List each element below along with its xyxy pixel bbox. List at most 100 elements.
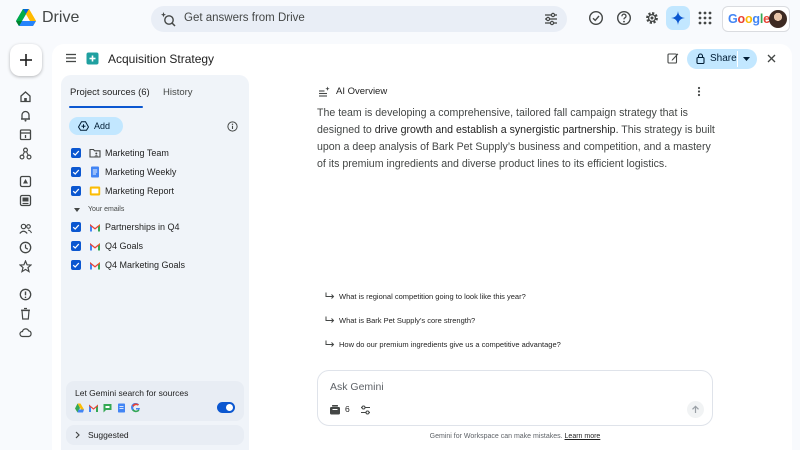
- offline-status-icon[interactable]: [588, 10, 604, 26]
- help-icon[interactable]: [616, 10, 632, 26]
- google-wordmark-letter: G: [728, 12, 738, 26]
- toggle-knob: [226, 404, 233, 411]
- shared-with-me-icon[interactable]: [19, 222, 32, 235]
- trash-icon[interactable]: [19, 307, 32, 320]
- search-filter-icon[interactable]: [543, 11, 559, 27]
- top-bar: Drive Get answers from Drive Google: [0, 0, 800, 38]
- source-checkbox[interactable]: [71, 186, 81, 196]
- check-icon: [72, 262, 80, 268]
- gmail-mini-icon: [89, 404, 98, 412]
- tab-project-sources[interactable]: Project sources (6): [70, 87, 150, 98]
- add-label: Add: [94, 121, 111, 131]
- source-checkbox[interactable]: [71, 222, 81, 232]
- main-card: Acquisition Strategy Share Project sourc…: [52, 44, 792, 450]
- workspaces-icon[interactable]: [19, 128, 32, 141]
- source-checkbox[interactable]: [71, 148, 81, 158]
- disclaimer-text: Gemini for Workspace can make mistakes.: [429, 433, 565, 440]
- google-wordmark-letter: o: [737, 12, 746, 26]
- send-arrow-icon: [692, 405, 699, 413]
- apps-grid-icon[interactable]: [697, 10, 713, 26]
- source-label: Partnerships in Q4: [105, 222, 180, 232]
- source-checkbox[interactable]: [71, 260, 81, 270]
- source-app-icons: [75, 403, 140, 413]
- plus-icon: [20, 54, 32, 66]
- new-button[interactable]: [10, 44, 42, 76]
- gemini-button[interactable]: [666, 6, 690, 30]
- ai-overview-label: AI Overview: [336, 86, 388, 97]
- my-drive-icon[interactable]: [19, 175, 32, 188]
- add-source-button[interactable]: Add: [69, 117, 123, 135]
- computers-icon[interactable]: [19, 194, 32, 207]
- docs-icon: [91, 166, 99, 178]
- tune-icon[interactable]: [360, 405, 371, 415]
- source-item[interactable]: Marketing Report: [71, 184, 241, 198]
- source-label: Q4 Goals: [105, 241, 144, 251]
- tab-history[interactable]: History: [163, 87, 193, 98]
- chat-mini-icon: [103, 404, 112, 413]
- page-title: Acquisition Strategy: [108, 52, 215, 66]
- source-label: Marketing Weekly: [105, 167, 177, 177]
- share-button[interactable]: Share: [687, 49, 757, 69]
- more-options-icon[interactable]: [697, 86, 701, 97]
- summary-highlight: drive growth and establish a synergistic…: [374, 124, 619, 136]
- send-button[interactable]: [687, 401, 704, 418]
- search-placeholder: Get answers from Drive: [184, 12, 305, 24]
- source-label: Marketing Report: [105, 186, 175, 196]
- search-bar[interactable]: Get answers from Drive: [151, 6, 567, 32]
- menu-icon[interactable]: [65, 53, 77, 63]
- avatar: [769, 10, 787, 28]
- source-item[interactable]: Q4 Goals: [71, 239, 241, 253]
- workflows-icon[interactable]: [19, 147, 32, 160]
- disclaimer: Gemini for Workspace can make mistakes. …: [15, 433, 800, 440]
- storage-cloud-icon[interactable]: [19, 326, 32, 339]
- gmail-icon: [90, 243, 100, 251]
- ai-overview-summary: The team is developing a comprehensive, …: [317, 105, 717, 173]
- ask-gemini-input[interactable]: Ask Gemini 6: [317, 370, 713, 426]
- reply-arrow-icon: [325, 340, 335, 347]
- spam-icon[interactable]: [19, 288, 32, 301]
- google-mini-icon: [131, 403, 140, 413]
- close-icon[interactable]: [767, 54, 776, 63]
- suggested-question-text: What is Bark Pet Supply’s core strength?: [339, 316, 476, 325]
- source-item[interactable]: Marketing Team: [71, 146, 241, 160]
- home-icon[interactable]: [19, 90, 32, 103]
- drive-logo-icon[interactable]: [16, 9, 36, 27]
- gmail-icon: [90, 224, 100, 232]
- source-checkbox[interactable]: [71, 167, 81, 177]
- source-label: Marketing Team: [105, 148, 169, 158]
- google-wordmark: Google: [728, 12, 770, 26]
- collapse-triangle-icon: [74, 208, 80, 212]
- ask-placeholder: Ask Gemini: [330, 381, 384, 393]
- email-group-label: Your emails: [88, 206, 125, 213]
- suggested-question-text: What is regional competition going to lo…: [339, 292, 526, 301]
- starred-icon[interactable]: [19, 260, 32, 273]
- lock-icon: [696, 53, 705, 64]
- source-checkbox[interactable]: [71, 241, 81, 251]
- share-divider: [737, 51, 738, 67]
- share-label: Share: [710, 53, 737, 64]
- sources-panel: Project sources (6) History Add Marketin…: [61, 75, 249, 450]
- active-tab-indicator: [69, 106, 143, 108]
- sources-stack-icon: [330, 405, 340, 415]
- source-count: 6: [345, 404, 350, 414]
- account-chip[interactable]: Google: [722, 6, 790, 32]
- info-icon[interactable]: [227, 121, 238, 132]
- reply-arrow-icon: [325, 292, 335, 299]
- share-dropdown-icon[interactable]: [743, 57, 750, 61]
- source-item[interactable]: Q4 Marketing Goals: [71, 258, 241, 272]
- source-item[interactable]: Partnerships in Q4: [71, 220, 241, 234]
- app-name[interactable]: Drive: [42, 9, 79, 27]
- settings-gear-icon[interactable]: [644, 10, 660, 26]
- source-count-chip[interactable]: 6: [329, 404, 350, 418]
- gemini-search-toggle[interactable]: [217, 402, 235, 413]
- activity-bell-icon[interactable]: [19, 109, 32, 122]
- gemini-sparkle-icon: [671, 11, 685, 25]
- source-item[interactable]: Marketing Weekly: [71, 165, 241, 179]
- suggested-question-text: How do our premium ingredients give us a…: [339, 340, 561, 349]
- recent-clock-icon[interactable]: [19, 241, 32, 254]
- notebook-icon: [86, 52, 99, 65]
- check-icon: [72, 243, 80, 249]
- learn-more-link[interactable]: Learn more: [565, 433, 601, 440]
- edit-icon[interactable]: [667, 52, 679, 64]
- reply-arrow-icon: [325, 316, 335, 323]
